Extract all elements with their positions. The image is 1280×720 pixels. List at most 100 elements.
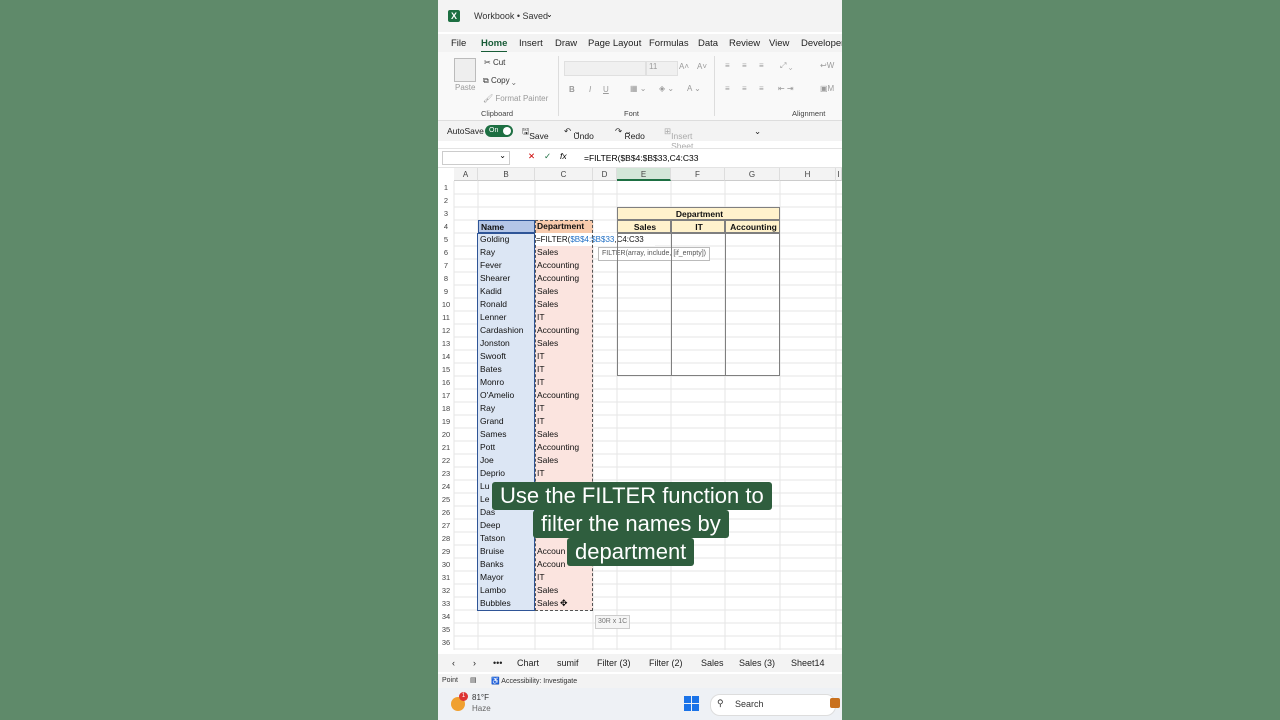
row-header[interactable]: 20	[438, 428, 454, 441]
name-cell[interactable]: Monro	[478, 376, 535, 389]
decrease-font-icon[interactable]: A˅	[697, 62, 707, 71]
column-header[interactable]: E	[617, 168, 671, 181]
row-header[interactable]: 29	[438, 545, 454, 558]
name-cell[interactable]: Bubbles	[478, 597, 535, 610]
align-right-icon[interactable]: ≡	[759, 84, 764, 93]
cancel-icon[interactable]: ✕	[528, 151, 535, 162]
output-header-it[interactable]: IT	[671, 220, 725, 233]
row-header[interactable]: 31	[438, 571, 454, 584]
row-header[interactable]: 3	[438, 207, 454, 220]
accessibility-status[interactable]: ♿ Accessibility: Investigate	[491, 677, 577, 685]
department-cell[interactable]: Accounting	[535, 389, 593, 402]
department-cell[interactable]: Accounting	[535, 324, 593, 337]
sheet-tab-sumif[interactable]: sumif	[557, 658, 579, 668]
macro-icon[interactable]: ▤	[470, 676, 477, 684]
row-header[interactable]: 9	[438, 285, 454, 298]
align-middle-icon[interactable]: ≡	[742, 61, 747, 70]
row-header[interactable]: 17	[438, 389, 454, 402]
name-cell[interactable]: Lambo	[478, 584, 535, 597]
fill-color-icon[interactable]: ◈ ⌄	[659, 84, 674, 93]
row-header[interactable]: 19	[438, 415, 454, 428]
enter-icon[interactable]: ✓	[544, 151, 551, 162]
name-cell[interactable]: Joe	[478, 454, 535, 467]
department-cell[interactable]: IT	[535, 402, 593, 415]
name-cell[interactable]: Pott	[478, 441, 535, 454]
department-cell[interactable]: IT	[535, 467, 593, 480]
row-header[interactable]: 30	[438, 558, 454, 571]
sheet-tab-filter-3[interactable]: Filter (3)	[597, 658, 631, 668]
department-cell[interactable]: Sales	[535, 428, 593, 441]
bold-button[interactable]: B	[569, 85, 575, 94]
department-cell[interactable]: IT	[535, 311, 593, 324]
indent-icon[interactable]: ⇤ ⇥	[778, 84, 794, 93]
name-box[interactable]: ⌄	[442, 151, 510, 165]
department-header[interactable]: Department	[535, 220, 593, 233]
column-header[interactable]: H	[780, 168, 836, 181]
autosave-toggle[interactable]: On	[485, 125, 513, 137]
fx-icon[interactable]: fx	[560, 151, 567, 161]
name-cell[interactable]: Sames	[478, 428, 535, 441]
align-center-icon[interactable]: ≡	[742, 84, 747, 93]
column-header[interactable]: I	[836, 168, 842, 181]
row-header[interactable]: 8	[438, 272, 454, 285]
name-cell[interactable]: Banks	[478, 558, 535, 571]
taskbar-search[interactable]: ⚲ Search	[710, 694, 836, 716]
sheet-tab-sales[interactable]: Sales	[701, 658, 724, 668]
tab-review[interactable]: Review	[729, 38, 760, 49]
wrap-text-icon[interactable]: ↩W	[820, 61, 834, 70]
merge-icon[interactable]: ▣M	[820, 84, 834, 93]
row-header[interactable]: 11	[438, 311, 454, 324]
row-header[interactable]: 1	[438, 181, 454, 194]
next-sheet-icon[interactable]: ›	[473, 658, 476, 668]
name-cell[interactable]: Deep	[478, 519, 535, 532]
row-header[interactable]: 15	[438, 363, 454, 376]
align-bottom-icon[interactable]: ≡	[759, 61, 764, 70]
row-header[interactable]: 7	[438, 259, 454, 272]
row-header[interactable]: 13	[438, 337, 454, 350]
column-header[interactable]: F	[671, 168, 725, 181]
department-cell[interactable]: Accounting	[535, 441, 593, 454]
tab-developer[interactable]: Developer	[801, 38, 842, 49]
italic-button[interactable]: I	[589, 85, 591, 94]
row-header[interactable]: 25	[438, 493, 454, 506]
tab-file[interactable]: File	[451, 38, 466, 49]
name-cell[interactable]: Swooft	[478, 350, 535, 363]
worksheet-grid[interactable]: ABCDEFGHI 1 2 3 4 5 6 7 8 9 10 11 12 13 14 15 16 17 18 19 2…	[438, 168, 842, 650]
name-cell[interactable]: Golding	[478, 233, 535, 246]
output-header-sales[interactable]: Sales	[617, 220, 671, 233]
row-header[interactable]: 16	[438, 376, 454, 389]
department-cell[interactable]: Sales	[535, 584, 593, 597]
row-header[interactable]: 21	[438, 441, 454, 454]
font-name-select[interactable]	[564, 61, 646, 76]
formula-input[interactable]: =FILTER($B$4:$B$33,C4:C33	[584, 153, 698, 163]
department-cell[interactable]: Sales	[535, 337, 593, 350]
department-cell[interactable]: IT	[535, 376, 593, 389]
tab-view[interactable]: View	[769, 38, 789, 49]
name-cell[interactable]: Mayor	[478, 571, 535, 584]
row-header[interactable]: 5	[438, 233, 454, 246]
tab-home[interactable]: Home	[481, 38, 508, 53]
row-header[interactable]: 34	[438, 610, 454, 623]
align-left-icon[interactable]: ≡	[725, 84, 730, 93]
name-cell[interactable]: Deprio	[478, 467, 535, 480]
name-cell[interactable]: Bates	[478, 363, 535, 376]
underline-button[interactable]: U	[603, 85, 609, 94]
tab-page-layout[interactable]: Page Layout	[588, 38, 641, 49]
department-cell[interactable]: IT	[535, 415, 593, 428]
department-cell[interactable]: IT	[535, 571, 593, 584]
name-cell[interactable]: Ronald	[478, 298, 535, 311]
column-header[interactable]: D	[593, 168, 617, 181]
row-header[interactable]: 35	[438, 623, 454, 636]
name-cell[interactable]: Tatson	[478, 532, 535, 545]
increase-font-icon[interactable]: A˄	[679, 62, 689, 71]
row-header[interactable]: 32	[438, 584, 454, 597]
orientation-icon[interactable]: ⤢ ⌄	[780, 61, 792, 71]
briefcase-icon[interactable]	[830, 698, 840, 708]
name-cell[interactable]: Ray	[478, 246, 535, 259]
column-header[interactable]: A	[454, 168, 478, 181]
format-painter-button[interactable]: 🖌 Format Painter	[483, 94, 548, 103]
row-header[interactable]: 2	[438, 194, 454, 207]
department-cell[interactable]: Sales	[535, 454, 593, 467]
row-header[interactable]: 26	[438, 506, 454, 519]
copy-button[interactable]: ⧉ Copy ⌄	[483, 76, 516, 86]
